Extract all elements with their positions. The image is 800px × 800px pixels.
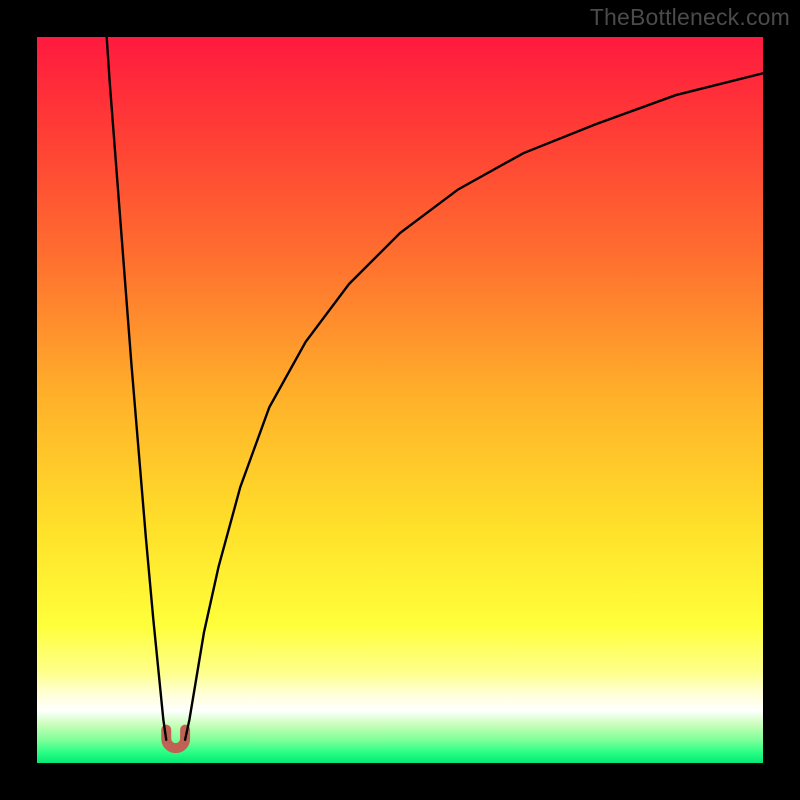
watermark-text: TheBottleneck.com (590, 4, 790, 31)
bottleneck-chart (37, 37, 763, 763)
gradient-background (37, 37, 763, 763)
outer-frame: TheBottleneck.com (0, 0, 800, 800)
